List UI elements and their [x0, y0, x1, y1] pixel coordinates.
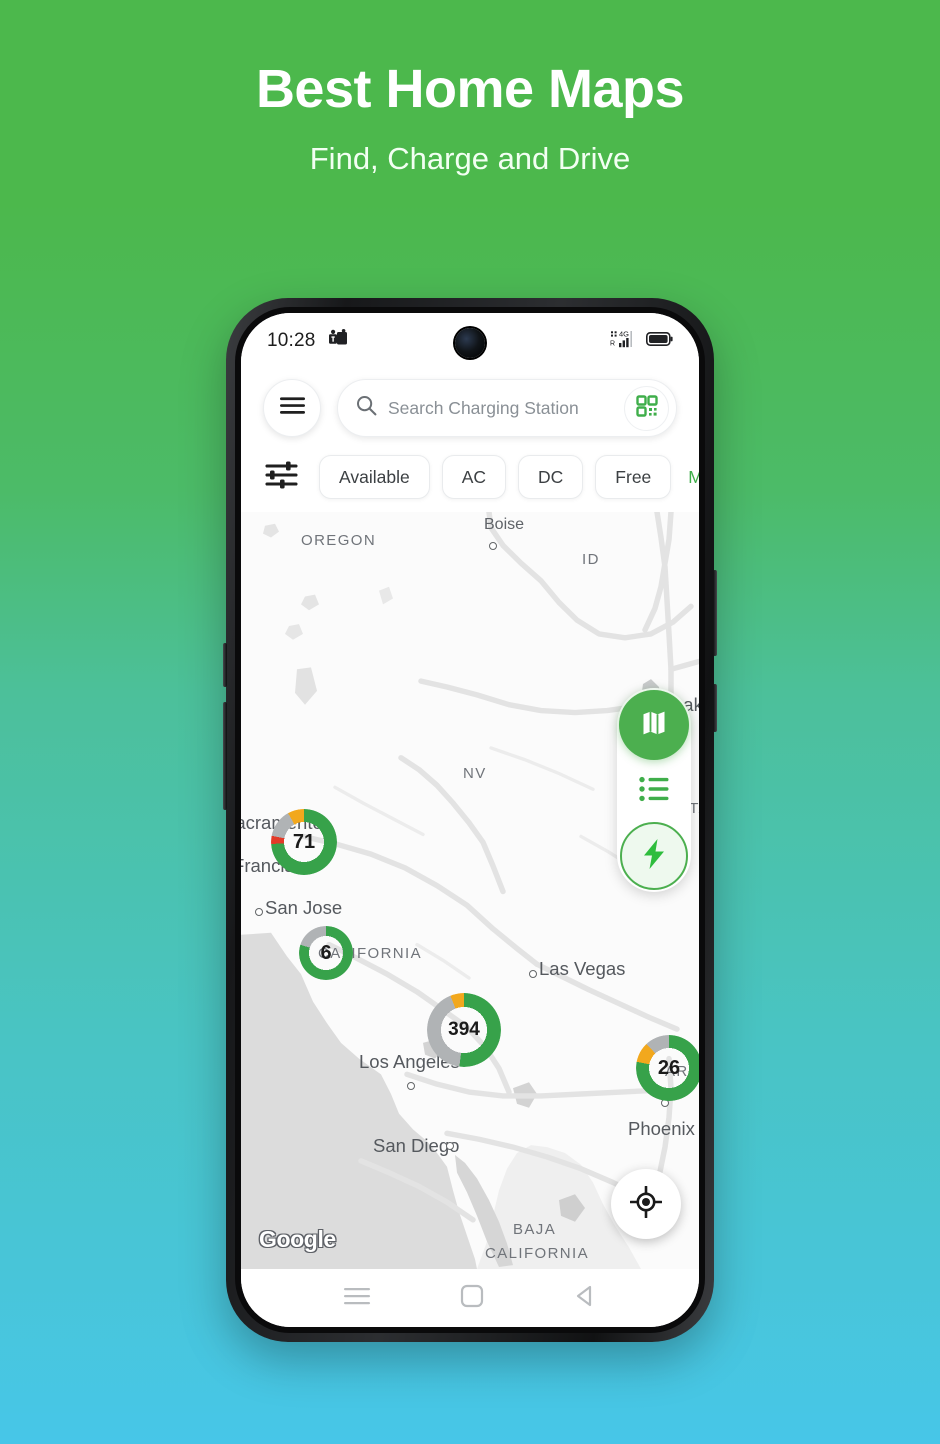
map-view[interactable]: OREGON Boise ID Salt Lake City NV Sacram…: [241, 512, 699, 1269]
search-bar[interactable]: [337, 379, 677, 437]
map-view-fab[interactable]: [619, 690, 689, 760]
map-city-dot-las-vegas: [529, 970, 537, 978]
hamburger-menu-button[interactable]: [263, 379, 321, 437]
filter-sliders-icon[interactable]: [265, 460, 299, 495]
filter-chip-dc[interactable]: DC: [518, 455, 584, 499]
battery-full-icon: [646, 331, 673, 351]
back-triangle-icon[interactable]: [573, 1284, 597, 1313]
my-location-button[interactable]: [611, 1169, 681, 1239]
lightning-bolt-icon: [640, 838, 668, 875]
qr-scan-icon: [635, 394, 659, 423]
filter-chip-row[interactable]: Available AC DC Free M: [241, 445, 699, 512]
filter-chip-available[interactable]: Available: [319, 455, 430, 499]
volume-button[interactable]: [713, 570, 717, 656]
phone-screen: 10:28 4G R Search Charging Station Avail…: [241, 313, 699, 1327]
search-icon: [356, 395, 377, 421]
qr-scan-button[interactable]: [624, 385, 669, 431]
left-button-lower[interactable]: [223, 702, 227, 810]
map-city-dot-boise: [489, 542, 497, 550]
status-time: 10:28: [267, 330, 316, 351]
filter-chip-free[interactable]: Free: [595, 455, 672, 499]
svg-text:4G: 4G: [619, 330, 629, 339]
list-icon: [639, 776, 669, 807]
charge-fab[interactable]: [620, 822, 688, 890]
map-canvas: [241, 512, 699, 1269]
map-city-dot-los-angeles: [407, 1082, 415, 1090]
hero-section: Best Home Maps Find, Charge and Drive: [0, 59, 940, 177]
map-fab-stack: [617, 688, 691, 892]
map-cluster-marker[interactable]: [636, 1035, 699, 1101]
page-title: Best Home Maps: [255, 59, 685, 119]
hamburger-menu-icon: [279, 396, 306, 420]
filter-chip-more[interactable]: M: [683, 455, 699, 499]
list-view-fab[interactable]: [619, 756, 689, 826]
search-header: [241, 369, 699, 445]
signal-4g-icon: 4G R: [610, 329, 637, 353]
map-cluster-marker[interactable]: [427, 993, 501, 1067]
microsoft-teams-icon: [328, 329, 348, 353]
status-bar: 10:28 4G R: [241, 313, 699, 369]
phone-mockup: 10:28 4G R Search Charging Station Avail…: [223, 298, 717, 1342]
front-camera-punch-hole: [455, 328, 485, 358]
status-bar-left: 10:28: [267, 329, 348, 353]
home-square-icon[interactable]: [460, 1284, 484, 1313]
phone-bezel: 10:28 4G R Search Charging Station Avail…: [235, 307, 705, 1333]
map-city-dot-san-diego: [446, 1142, 454, 1150]
power-button[interactable]: [713, 684, 717, 732]
filter-chip-ac[interactable]: AC: [441, 455, 507, 499]
page-subtitle: Find, Charge and Drive: [309, 141, 631, 177]
map-cluster-marker[interactable]: [271, 809, 337, 875]
android-nav-bar: [241, 1269, 699, 1327]
map-cluster-marker[interactable]: [299, 926, 353, 980]
search-input[interactable]: [388, 397, 613, 419]
my-location-crosshair-icon: [629, 1185, 663, 1223]
left-button-upper[interactable]: [223, 643, 227, 687]
svg-text:R: R: [610, 340, 615, 347]
google-attribution: Google: [259, 1226, 336, 1252]
status-bar-right: 4G R: [610, 329, 673, 353]
recents-icon[interactable]: [343, 1286, 371, 1311]
map-city-dot-san-jose: [255, 908, 263, 916]
map-icon: [640, 709, 668, 742]
